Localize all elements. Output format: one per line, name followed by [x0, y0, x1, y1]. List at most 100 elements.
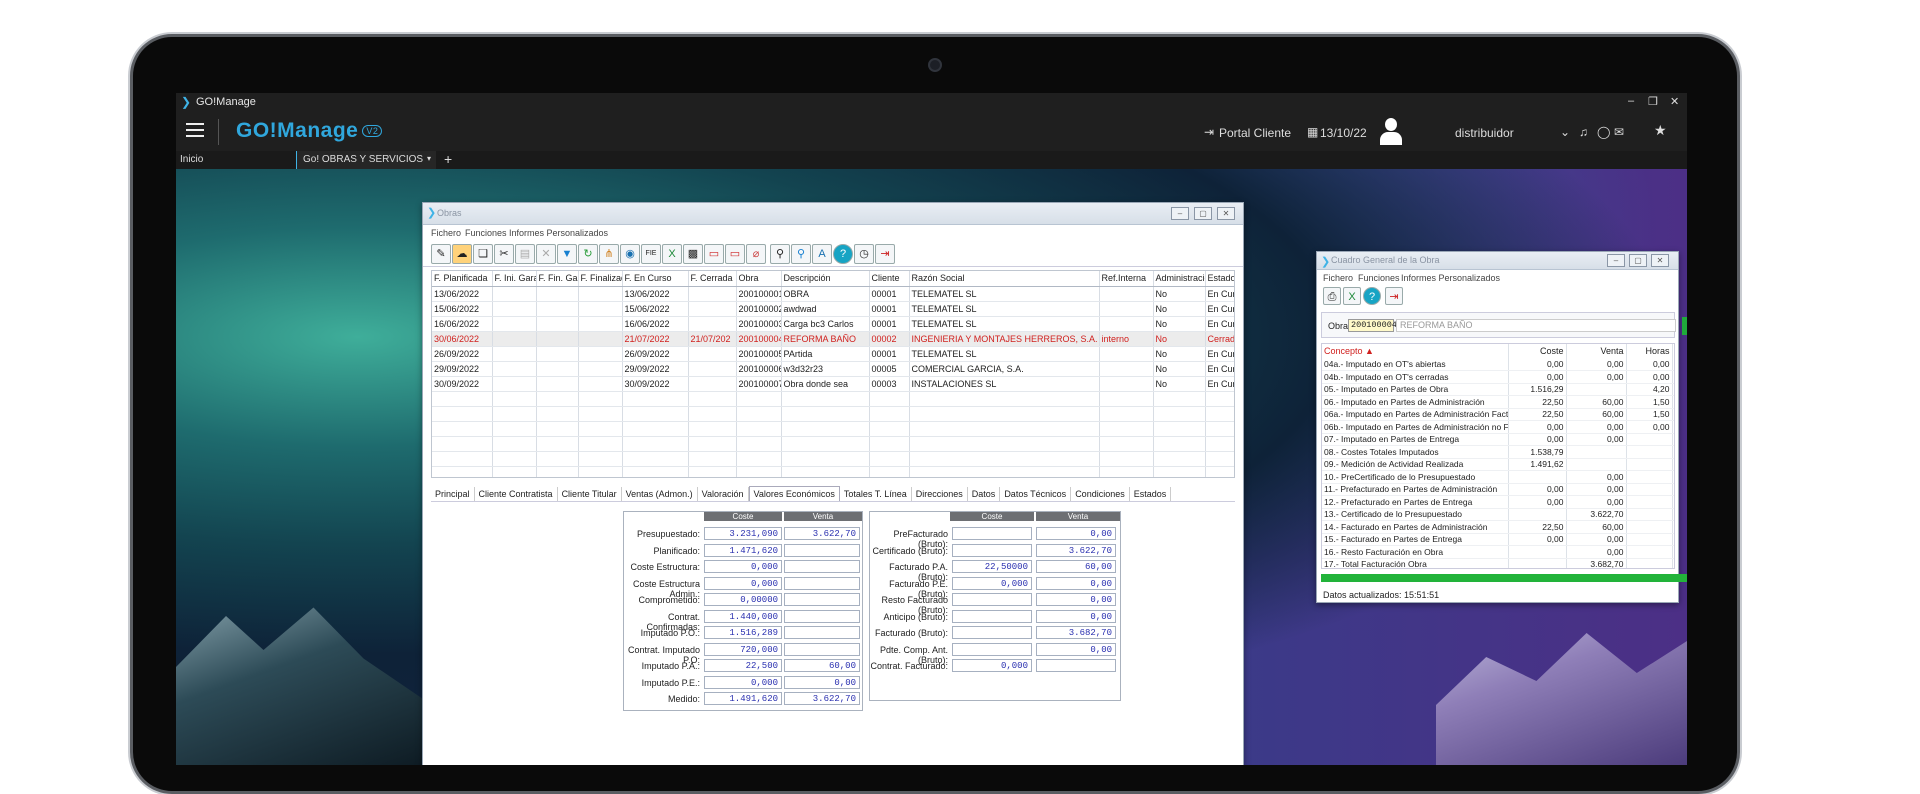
- excel-icon[interactable]: X: [662, 244, 682, 264]
- tab-datos[interactable]: Datos: [968, 487, 1001, 501]
- menu-icon[interactable]: [186, 123, 204, 137]
- add-tab-icon[interactable]: +: [444, 151, 452, 167]
- table-row[interactable]: 30/09/2022 30/09/2022 200100007 Obra donde …: [432, 376, 1234, 392]
- delete-icon[interactable]: ✂: [494, 244, 514, 264]
- exit-icon[interactable]: ⇥: [1385, 287, 1403, 305]
- table-row[interactable]: 04b.- Imputado en OT's cerradas 0,00 0,00 0…: [1322, 370, 1674, 384]
- table-row[interactable]: 11.- Prefacturado en Partes de Administr…: [1322, 483, 1674, 496]
- help-icon[interactable]: ?: [1363, 287, 1381, 305]
- chevron-down-icon[interactable]: ⌄: [1560, 125, 1570, 139]
- column-header[interactable]: Descripción: [781, 271, 870, 287]
- user-avatar-icon[interactable]: [1378, 118, 1404, 146]
- portal-cliente-link[interactable]: Portal Cliente: [1219, 126, 1291, 140]
- table-row[interactable]: 06b.- Imputado en Partes de Administraci…: [1322, 420, 1674, 434]
- restore-icon[interactable]: ❐: [1648, 95, 1658, 108]
- tree-icon[interactable]: ⋔: [599, 244, 619, 264]
- minimize-button[interactable]: –: [1607, 254, 1625, 267]
- tab-dropdown-icon[interactable]: ▾: [427, 154, 431, 163]
- column-header[interactable]: Cliente: [869, 271, 910, 287]
- menu-fichero[interactable]: Fichero: [431, 228, 461, 238]
- map-pin-icon[interactable]: ⚲: [791, 244, 811, 264]
- menu-informes[interactable]: Informes Personalizados: [509, 228, 608, 238]
- close-icon[interactable]: ✕: [1670, 95, 1679, 108]
- table-row[interactable]: 26/09/2022 26/09/2022 200100005 PArtida 0000…: [432, 346, 1234, 362]
- minimize-icon[interactable]: –: [1628, 95, 1634, 107]
- minimize-button[interactable]: –: [1171, 207, 1189, 220]
- cancel-icon[interactable]: ✕: [536, 244, 556, 264]
- tab-direcciones[interactable]: Direcciones: [912, 487, 968, 501]
- column-header[interactable]: F. Fin. Gar: [536, 271, 579, 287]
- table-row[interactable]: 13.- Certificado de lo Presupuestado 3.62…: [1322, 508, 1674, 521]
- column-header[interactable]: F. Ini. Gara: [492, 271, 537, 287]
- table-row[interactable]: 12.- Prefacturado en Partes de Entrega 0,…: [1322, 495, 1674, 509]
- tab-condiciones[interactable]: Condiciones: [1071, 487, 1130, 501]
- tab-datos-t-cnicos[interactable]: Datos Técnicos: [1000, 487, 1072, 501]
- edit-icon[interactable]: ✎: [431, 244, 451, 264]
- column-header[interactable]: Venta: [1566, 344, 1627, 358]
- tab-estados[interactable]: Estados: [1130, 487, 1172, 501]
- menu-informes[interactable]: Informes Personalizados: [1401, 273, 1500, 283]
- chat-icon[interactable]: ◯: [1597, 125, 1610, 139]
- table-row[interactable]: 13/06/2022 13/06/2022 200100001 OBRA 00001 TE…: [432, 286, 1234, 302]
- menu-funciones[interactable]: Funciones: [1358, 273, 1400, 283]
- column-header[interactable]: F. En Curso: [622, 271, 689, 287]
- star-icon[interactable]: ★: [1654, 122, 1667, 139]
- column-header[interactable]: Estado: [1205, 271, 1234, 287]
- maximize-button[interactable]: ▢: [1629, 254, 1647, 267]
- help-icon[interactable]: ?: [833, 244, 853, 264]
- menu-fichero[interactable]: Fichero: [1323, 273, 1353, 283]
- user-name[interactable]: distribuidor: [1455, 126, 1514, 140]
- table-row[interactable]: 15/06/2022 15/06/2022 200100002 awdwad 00001…: [432, 301, 1234, 317]
- table-row[interactable]: 16.- Resto Facturación en Obra 0,00: [1322, 545, 1674, 559]
- check-icon[interactable]: ✓: [1682, 317, 1687, 335]
- column-header[interactable]: F. Cerrada: [688, 271, 737, 287]
- window-icon[interactable]: ▭: [725, 244, 745, 264]
- column-header[interactable]: Horas: [1626, 344, 1673, 358]
- fie-bdc-icon[interactable]: FIE: [641, 244, 661, 264]
- tab-cliente-contratista[interactable]: Cliente Contratista: [475, 487, 558, 501]
- tab-cliente-titular[interactable]: Cliente Titular: [558, 487, 622, 501]
- menu-funciones[interactable]: Funciones: [465, 228, 507, 238]
- close-button[interactable]: ✕: [1217, 207, 1235, 220]
- tab-valores-econ-micos[interactable]: Valores Económicos: [748, 486, 840, 501]
- clock-icon[interactable]: ◷: [854, 244, 874, 264]
- save-icon[interactable]: ▤: [515, 244, 535, 264]
- table-row[interactable]: 16/06/2022 16/06/2022 200100003 Carga bc3 C…: [432, 316, 1234, 332]
- search-icon[interactable]: ⚲: [770, 244, 790, 264]
- tab-inicio[interactable]: Inicio: [180, 154, 203, 165]
- table-row[interactable]: 07.- Imputado en Partes de Entrega 0,00 0,…: [1322, 433, 1674, 446]
- mail-icon[interactable]: ✉: [1614, 125, 1624, 139]
- table-row[interactable]: 06.- Imputado en Partes de Administració…: [1322, 395, 1674, 409]
- attach-icon[interactable]: ⌀: [746, 244, 766, 264]
- tab-obras-servicios[interactable]: Go! OBRAS Y SERVICIOS ▾: [296, 151, 436, 169]
- table-row[interactable]: 04a.- Imputado en OT's abiertas 0,00 0,00 0…: [1322, 358, 1674, 371]
- table-row[interactable]: 30/06/2022 21/07/2022 21/07/202 200100004 RE…: [432, 331, 1234, 347]
- refresh-icon[interactable]: ↻: [578, 244, 598, 264]
- column-header[interactable]: Ref.Interna: [1099, 271, 1154, 287]
- column-header[interactable]: Razón Social: [909, 271, 1100, 287]
- obra-code-input[interactable]: 200100004: [1348, 319, 1397, 332]
- tab-valoraci-n[interactable]: Valoración: [698, 487, 749, 501]
- column-header[interactable]: Coste: [1508, 344, 1567, 358]
- tab-principal[interactable]: Principal: [431, 487, 475, 501]
- print-icon[interactable]: ⎙: [1323, 287, 1341, 305]
- exit-icon[interactable]: ⇥: [875, 244, 895, 264]
- column-header[interactable]: Obra: [736, 271, 782, 287]
- table-row[interactable]: 14.- Facturado en Partes de Administraci…: [1322, 520, 1674, 534]
- copy-icon[interactable]: ❏: [473, 244, 493, 264]
- table-row[interactable]: 29/09/2022 29/09/2022 200100006 w3d32r23 000…: [432, 361, 1234, 377]
- tab-ventas-admon-[interactable]: Ventas (Admon.): [622, 487, 698, 501]
- close-button[interactable]: ✕: [1651, 254, 1669, 267]
- table-row[interactable]: 06a.- Imputado en Partes de Administraci…: [1322, 408, 1674, 421]
- filter-icon[interactable]: ▼: [557, 244, 577, 264]
- font-icon[interactable]: A: [812, 244, 832, 264]
- excel-icon[interactable]: X: [1343, 287, 1361, 305]
- qr-icon[interactable]: ▩: [683, 244, 703, 264]
- column-header[interactable]: Concepto ▲: [1322, 344, 1509, 358]
- column-header[interactable]: Ma: [1672, 344, 1674, 358]
- column-header[interactable]: F. Finalizad: [578, 271, 623, 287]
- table-row[interactable]: 09.- Medición de Actividad Realizada 1.49…: [1322, 458, 1674, 471]
- table-row[interactable]: 17.- Total Facturación Obra 3.682,70: [1322, 558, 1674, 568]
- bell-icon[interactable]: ♫: [1579, 125, 1588, 139]
- view-icon[interactable]: ◉: [620, 244, 640, 264]
